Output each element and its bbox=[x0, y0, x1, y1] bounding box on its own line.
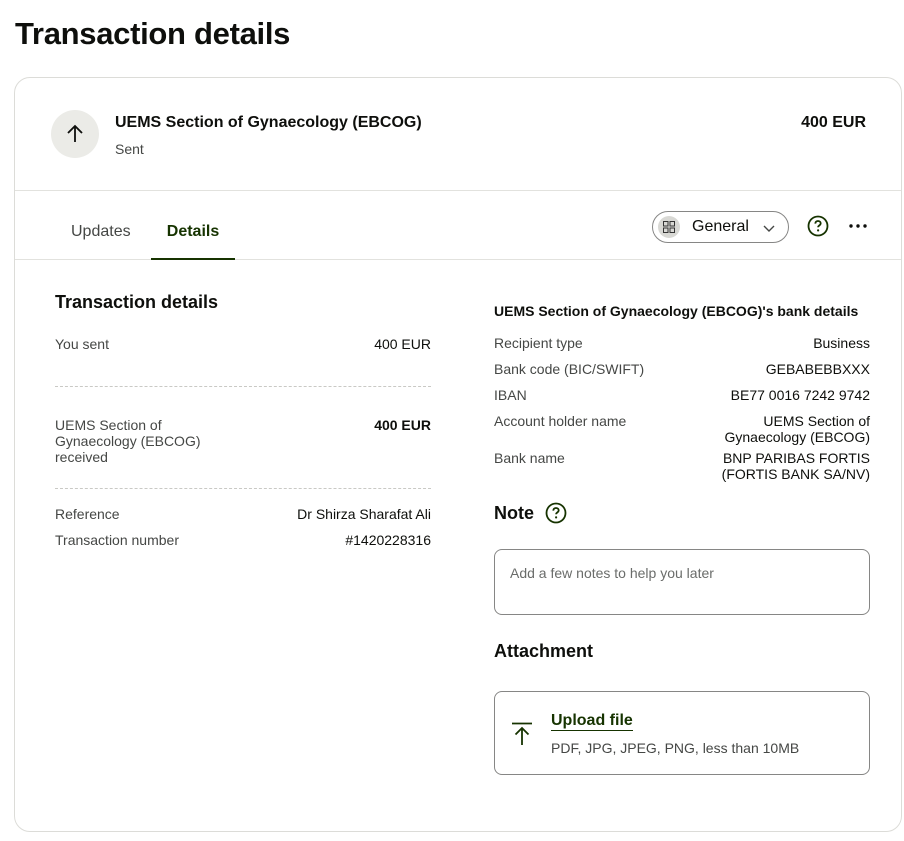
more-options-icon[interactable] bbox=[847, 215, 869, 237]
help-icon[interactable] bbox=[807, 215, 829, 237]
you-sent-label: You sent bbox=[55, 336, 109, 352]
help-icon[interactable] bbox=[545, 502, 567, 524]
reference-row: Reference Dr Shirza Sharafat Ali bbox=[55, 506, 431, 522]
transaction-number-label: Transaction number bbox=[55, 532, 179, 548]
bank-row-label: Bank code (BIC/SWIFT) bbox=[494, 361, 645, 377]
arrow-up-icon bbox=[51, 110, 99, 158]
bank-row-value: BNP PARIBAS FORTIS (FORTIS BANK SA/NV) bbox=[721, 450, 870, 482]
bank-row-label: Account holder name bbox=[494, 413, 627, 429]
bank-details-section: UEMS Section of Gynaecology (EBCOG)'s ba… bbox=[494, 303, 870, 482]
bank-row-value: Business bbox=[813, 335, 870, 351]
received-value: 400 EUR bbox=[374, 417, 431, 433]
chevron-down-icon bbox=[762, 221, 776, 240]
bank-row-value: BE77 0016 7242 9742 bbox=[730, 387, 870, 403]
recipient-name: UEMS Section of Gynaecology (EBCOG) bbox=[115, 114, 422, 131]
attachment-title: Attachment bbox=[494, 641, 594, 661]
transaction-header: UEMS Section of Gynaecology (EBCOG) Sent… bbox=[15, 78, 901, 191]
bank-row: Bank code (BIC/SWIFT) GEBABEBBXXX bbox=[494, 361, 870, 377]
note-title: Note bbox=[494, 502, 534, 523]
transaction-number-row: Transaction number #1420228316 bbox=[55, 532, 431, 548]
received-row: UEMS Section of Gynaecology (EBCOG) rece… bbox=[55, 417, 431, 465]
bank-row: IBAN BE77 0016 7242 9742 bbox=[494, 387, 870, 403]
upload-hint: PDF, JPG, JPEG, PNG, less than 10MB bbox=[551, 740, 800, 756]
upload-icon bbox=[511, 722, 533, 751]
bank-row-label: Bank name bbox=[494, 450, 565, 466]
transaction-number-value: #1420228316 bbox=[345, 532, 431, 548]
reference-value: Dr Shirza Sharafat Ali bbox=[297, 506, 431, 522]
tab-updates[interactable]: Updates bbox=[71, 223, 131, 241]
upload-file-dropzone[interactable]: Upload file PDF, JPG, JPEG, PNG, less th… bbox=[494, 691, 870, 775]
note-input[interactable] bbox=[494, 549, 870, 615]
transaction-amount: 400 EUR bbox=[801, 114, 866, 131]
view-select-label: General bbox=[692, 218, 749, 235]
note-heading: Note bbox=[494, 502, 567, 524]
bank-row-label: Recipient type bbox=[494, 335, 583, 351]
transaction-details-section: Transaction details You sent 400 EUR UEM… bbox=[55, 292, 431, 548]
divider bbox=[55, 386, 431, 387]
bank-row-value: GEBABEBBXXX bbox=[765, 361, 870, 377]
page-title: Transaction details bbox=[15, 16, 291, 51]
tab-details[interactable]: Details bbox=[151, 223, 235, 260]
bank-row: Recipient type Business bbox=[494, 335, 870, 351]
bank-row: Account holder name UEMS Section of Gyna… bbox=[494, 413, 870, 445]
you-sent-row: You sent 400 EUR bbox=[55, 336, 431, 352]
tab-bar: Updates Details General bbox=[15, 191, 901, 260]
transaction-card: UEMS Section of Gynaecology (EBCOG) Sent… bbox=[14, 77, 902, 832]
bank-row-label: IBAN bbox=[494, 387, 527, 403]
bank-row: Bank name BNP PARIBAS FORTIS (FORTIS BAN… bbox=[494, 450, 870, 482]
you-sent-value: 400 EUR bbox=[374, 336, 431, 352]
bank-row-value: UEMS Section of Gynaecology (EBCOG) bbox=[724, 413, 871, 445]
divider bbox=[55, 488, 431, 489]
reference-label: Reference bbox=[55, 506, 120, 522]
transaction-status: Sent bbox=[115, 141, 144, 157]
grid-icon bbox=[658, 216, 680, 238]
view-select[interactable]: General bbox=[652, 211, 789, 243]
bank-details-title: UEMS Section of Gynaecology (EBCOG)'s ba… bbox=[494, 303, 859, 319]
section-title: Transaction details bbox=[55, 292, 219, 312]
received-label: UEMS Section of Gynaecology (EBCOG) rece… bbox=[55, 417, 201, 465]
upload-file-link[interactable]: Upload file bbox=[551, 712, 633, 731]
